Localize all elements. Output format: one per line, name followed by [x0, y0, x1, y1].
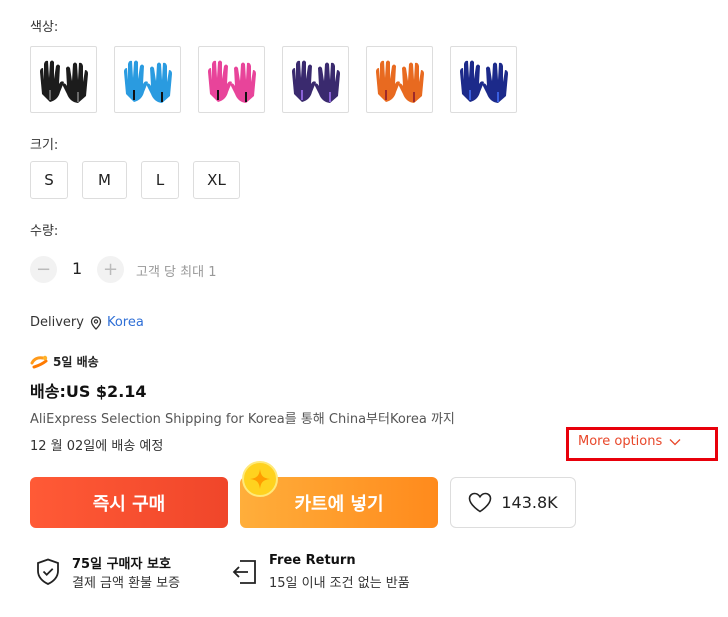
quantity-value: 1 [72, 259, 83, 278]
glove-thumbnail-icon [123, 60, 172, 103]
quantity-label: 수량: [30, 224, 59, 239]
heart-icon [468, 492, 492, 513]
size-option-s[interactable]: S [30, 161, 68, 199]
quantity-limit-note: 고객 당 최대 1 [136, 265, 217, 280]
buy-now-button[interactable]: 즉시 구매 [30, 477, 228, 528]
size-option-m[interactable]: M [82, 161, 127, 199]
chevron-down-icon [669, 438, 681, 446]
buyer-protection-subtitle: 결제 금액 환불 보증 [72, 576, 181, 591]
shield-check-icon [36, 558, 60, 590]
free-return-subtitle: 15일 이내 조건 없는 반품 [269, 576, 410, 591]
delivery-estimate: 12 월 02일에 배송 예정 [30, 439, 164, 454]
glove-thumbnail-icon [207, 60, 256, 103]
quantity-increase-button[interactable]: + [97, 256, 124, 283]
wishlist-count: 143.8K [501, 493, 558, 512]
color-option-black[interactable] [30, 46, 97, 113]
fast-shipping-text: 5일 배송 [53, 355, 99, 369]
free-return-title: Free Return [269, 553, 356, 568]
delivery-label: Delivery [30, 315, 84, 330]
color-option-sky-blue[interactable] [114, 46, 181, 113]
size-option-l[interactable]: L [141, 161, 179, 199]
color-label: 색상: [30, 20, 59, 35]
color-option-navy[interactable] [450, 46, 517, 113]
location-pin-icon [90, 315, 102, 330]
color-option-pink[interactable] [198, 46, 265, 113]
glove-thumbnail-icon [291, 60, 340, 103]
size-option-xl[interactable]: XL [193, 161, 240, 199]
shipping-price: 배송:US $2.14 [30, 382, 147, 401]
delivery-row: Delivery Korea [30, 315, 144, 330]
color-option-purple[interactable] [282, 46, 349, 113]
more-options-label: More options [578, 434, 663, 449]
size-label: 크기: [30, 138, 59, 153]
glove-thumbnail-icon [375, 60, 424, 103]
more-options-button[interactable]: More options [578, 434, 681, 449]
glove-thumbnail-icon [39, 60, 88, 103]
delivery-location-link[interactable]: Korea [107, 315, 144, 330]
sparkle-coin-icon [241, 460, 279, 498]
glove-thumbnail-icon [459, 60, 508, 103]
fast-shipping-badge: 5일 배송 [30, 353, 99, 370]
quantity-decrease-button[interactable]: − [30, 256, 57, 283]
return-arrow-icon [231, 559, 259, 589]
wishlist-button[interactable]: 143.8K [450, 477, 576, 528]
shipping-description: AliExpress Selection Shipping for Korea를… [30, 412, 455, 427]
color-option-orange[interactable] [366, 46, 433, 113]
buyer-protection-title: 75일 구매자 보호 [72, 557, 171, 572]
fast-delivery-icon [30, 354, 50, 370]
